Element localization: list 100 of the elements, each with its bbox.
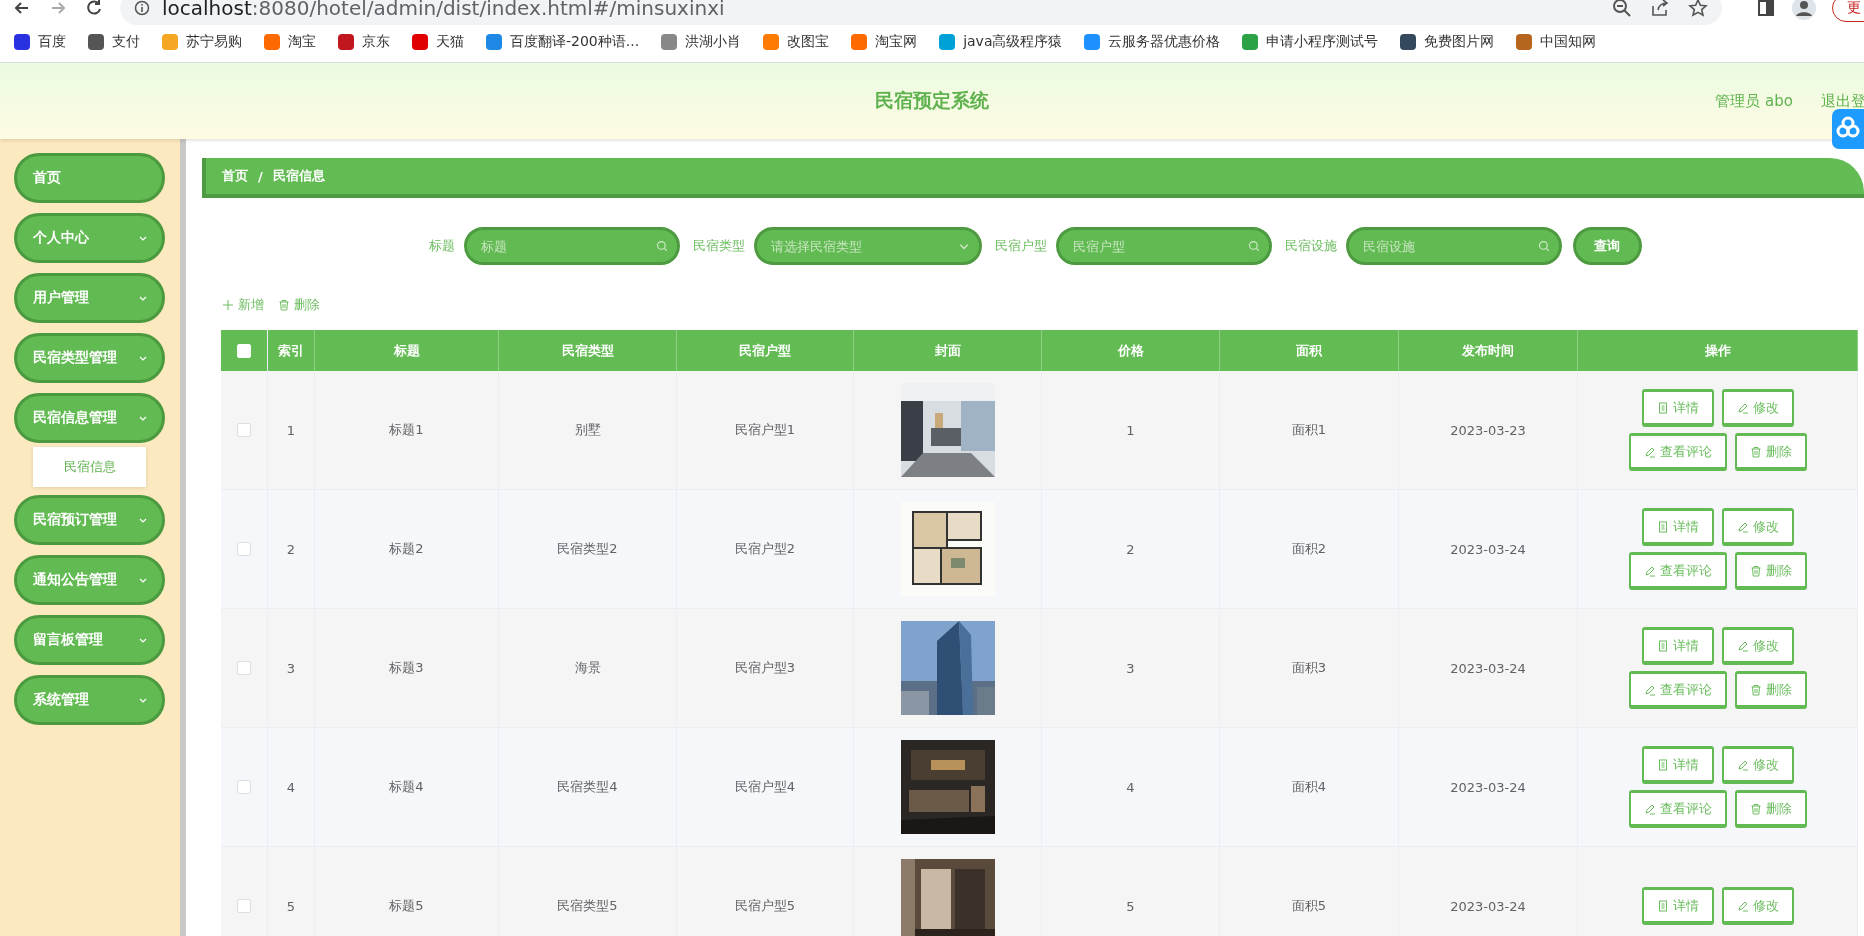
- delete-button[interactable]: 删除: [1734, 552, 1807, 590]
- pencil-icon: [1736, 639, 1749, 652]
- delete-button[interactable]: 删除: [278, 296, 320, 314]
- bookmark-link[interactable]: 支付: [112, 33, 140, 51]
- table-cell: 2023-03-24: [1450, 898, 1526, 914]
- detail-button[interactable]: 详情: [1641, 508, 1714, 546]
- address-bar[interactable]: localhost:8080/hotel/admin/dist/index.html#/minsuxinxi: [120, 0, 1722, 25]
- menu-item[interactable]: 民宿预订管理: [14, 495, 165, 545]
- cloud-icon[interactable]: [1832, 109, 1864, 149]
- share-icon[interactable]: [1650, 0, 1670, 18]
- table-cell: 面积1: [1291, 421, 1327, 439]
- search-icon: [655, 240, 668, 252]
- row-checkbox[interactable]: [237, 423, 251, 437]
- menu-item[interactable]: 通知公告管理: [14, 555, 165, 605]
- bookmark-link[interactable]: 天猫: [436, 33, 464, 51]
- trash-icon: [1749, 445, 1762, 458]
- row-checkbox[interactable]: [237, 899, 251, 913]
- delete-button[interactable]: 删除: [1734, 671, 1807, 709]
- profile-icon[interactable]: [1792, 0, 1816, 20]
- bookmark-link[interactable]: 中国知网: [1540, 33, 1597, 51]
- edit-button[interactable]: 修改: [1721, 389, 1794, 427]
- edit-button[interactable]: 查看评论: [1628, 671, 1727, 709]
- table-cell: 5: [286, 898, 296, 914]
- edit-button[interactable]: 修改: [1721, 627, 1794, 665]
- menu-item[interactable]: 首页: [14, 153, 165, 203]
- menu-item[interactable]: 民宿信息管理: [14, 393, 165, 443]
- query-button[interactable]: 查询: [1572, 227, 1642, 265]
- plus-icon: [222, 299, 234, 311]
- detail-button[interactable]: 详情: [1641, 627, 1714, 665]
- table-cell: 4: [1126, 779, 1135, 795]
- breadcrumb-separator: /: [258, 168, 263, 184]
- table-cell: 民宿类型5: [557, 897, 618, 915]
- edit-button[interactable]: 查看评论: [1628, 552, 1727, 590]
- bookmark-link[interactable]: 淘宝网: [875, 33, 918, 51]
- detail-button[interactable]: 详情: [1641, 389, 1714, 427]
- table-cell: 面积3: [1291, 659, 1327, 677]
- trash-icon: [1749, 802, 1762, 815]
- star-icon[interactable]: [1688, 0, 1708, 18]
- document-icon: [1656, 520, 1669, 533]
- table-cell: 2023-03-23: [1450, 422, 1526, 438]
- menu-item[interactable]: 用户管理: [14, 273, 165, 323]
- bookmark-link[interactable]: 云服务器优惠价格: [1108, 33, 1221, 51]
- bookmark-link[interactable]: 百度翻译-200种语...: [510, 33, 640, 51]
- edit-button[interactable]: 查看评论: [1628, 433, 1727, 471]
- select-all-checkbox[interactable]: [237, 343, 251, 358]
- detail-button[interactable]: 详情: [1641, 746, 1714, 784]
- info-icon[interactable]: [134, 0, 150, 16]
- delete-button[interactable]: 删除: [1734, 433, 1807, 471]
- menu-item[interactable]: 个人中心: [14, 213, 165, 263]
- field-label: 民宿设施: [1284, 237, 1337, 255]
- pencil-icon: [1736, 758, 1749, 771]
- bookmark-link[interactable]: 申请小程序测试号: [1266, 33, 1379, 51]
- reload-icon[interactable]: [84, 0, 104, 18]
- menu-item[interactable]: 系统管理: [14, 675, 165, 725]
- edit-button[interactable]: 查看评论: [1628, 790, 1727, 828]
- breadcrumb-link[interactable]: 首页: [222, 167, 248, 185]
- search-field[interactable]: 标题: [463, 227, 680, 265]
- table-cell: 面积4: [1291, 778, 1327, 796]
- menu-item[interactable]: 留言板管理: [14, 615, 165, 665]
- search-icon: [1247, 240, 1260, 252]
- bookmark-link[interactable]: 洪湖小肖: [685, 33, 742, 51]
- delete-button[interactable]: 删除: [1734, 790, 1807, 828]
- bookmark-link[interactable]: 淘宝: [288, 33, 316, 51]
- bookmark-link[interactable]: 免费图片网: [1424, 33, 1495, 51]
- edit-button[interactable]: 修改: [1721, 746, 1794, 784]
- bookmark-link[interactable]: java高级程序猿: [963, 33, 1063, 51]
- table-cell: 标题2: [389, 540, 424, 558]
- table-cell: 民宿户型5: [734, 897, 796, 915]
- bookmark-link[interactable]: 改图宝: [787, 33, 830, 51]
- detail-button[interactable]: 详情: [1641, 887, 1714, 925]
- table-cell: 2: [1126, 541, 1135, 557]
- type-select[interactable]: 请选择民宿类型: [753, 227, 982, 265]
- document-icon: [1656, 758, 1669, 771]
- bookmark-link[interactable]: 百度: [38, 33, 66, 51]
- table-cell: 面积5: [1291, 897, 1327, 915]
- bookmark-link[interactable]: 苏宁易购: [186, 33, 242, 51]
- table-cell: 海景: [574, 659, 601, 677]
- breadcrumb-link[interactable]: 民宿信息: [272, 167, 325, 185]
- trash-icon: [1749, 683, 1762, 696]
- document-icon: [1656, 401, 1669, 414]
- table-cell: 民宿户型2: [734, 540, 796, 558]
- search-field[interactable]: 民宿户型: [1055, 227, 1272, 265]
- bookmark-link[interactable]: 京东: [362, 33, 390, 51]
- add-button[interactable]: 新增: [222, 296, 264, 314]
- update-button[interactable]: 更: [1832, 0, 1864, 22]
- zoom-icon[interactable]: [1612, 0, 1632, 18]
- edit-button[interactable]: 修改: [1721, 508, 1794, 546]
- document-icon: [1656, 899, 1669, 912]
- field-label: 民宿户型: [994, 237, 1047, 255]
- submenu-item[interactable]: 民宿信息: [33, 447, 146, 487]
- row-checkbox[interactable]: [237, 661, 251, 675]
- sidebar-icon[interactable]: [1756, 0, 1776, 18]
- table-cell: 4: [286, 779, 296, 795]
- menu-item[interactable]: 民宿类型管理: [14, 333, 165, 383]
- row-checkbox[interactable]: [237, 780, 251, 794]
- row-checkbox[interactable]: [237, 542, 251, 556]
- trash-icon: [1749, 564, 1762, 577]
- search-field[interactable]: 民宿设施: [1345, 227, 1562, 265]
- edit-button[interactable]: 修改: [1721, 887, 1794, 925]
- table-cell: 标题4: [389, 778, 424, 796]
